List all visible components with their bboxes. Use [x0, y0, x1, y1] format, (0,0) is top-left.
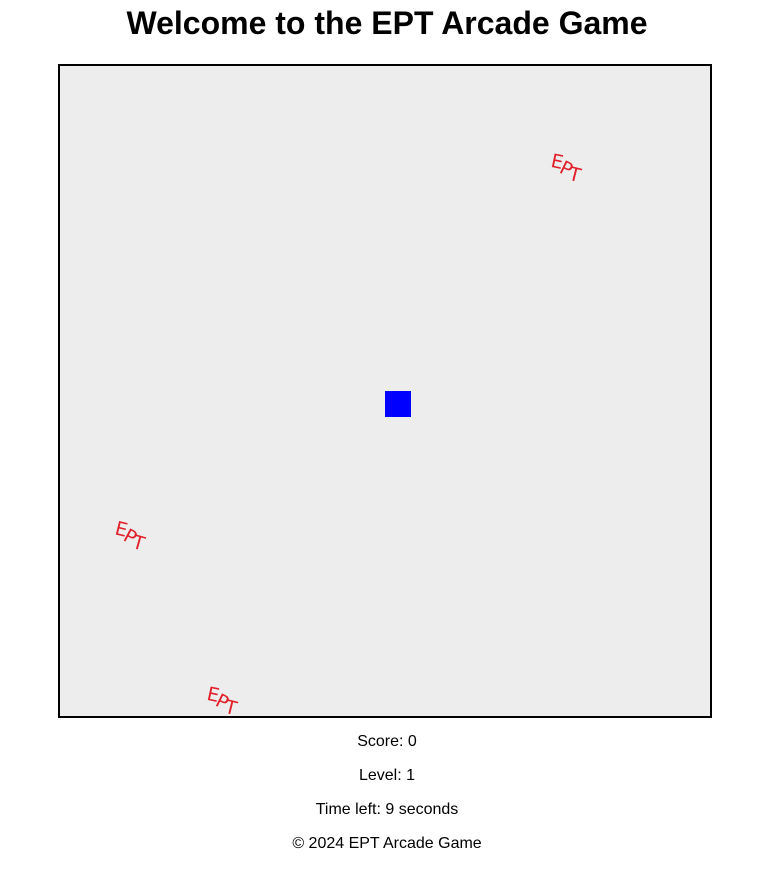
- page-title: Welcome to the EPT Arcade Game: [126, 5, 648, 41]
- player-square: [385, 391, 411, 417]
- level-display: Level: 1: [358, 767, 416, 784]
- enemy-ept-2: EPT: [112, 518, 149, 556]
- enemy-ept-3: EPT: [204, 683, 241, 716]
- score-display: Score: 0: [357, 733, 417, 750]
- footer-copyright: © 2024 EPT Arcade Game: [292, 835, 482, 852]
- time-left-display: Time left: 9 seconds: [315, 801, 459, 818]
- enemy-ept-1: EPT: [548, 150, 585, 187]
- game-board[interactable]: EPT EPT EPT: [58, 64, 712, 718]
